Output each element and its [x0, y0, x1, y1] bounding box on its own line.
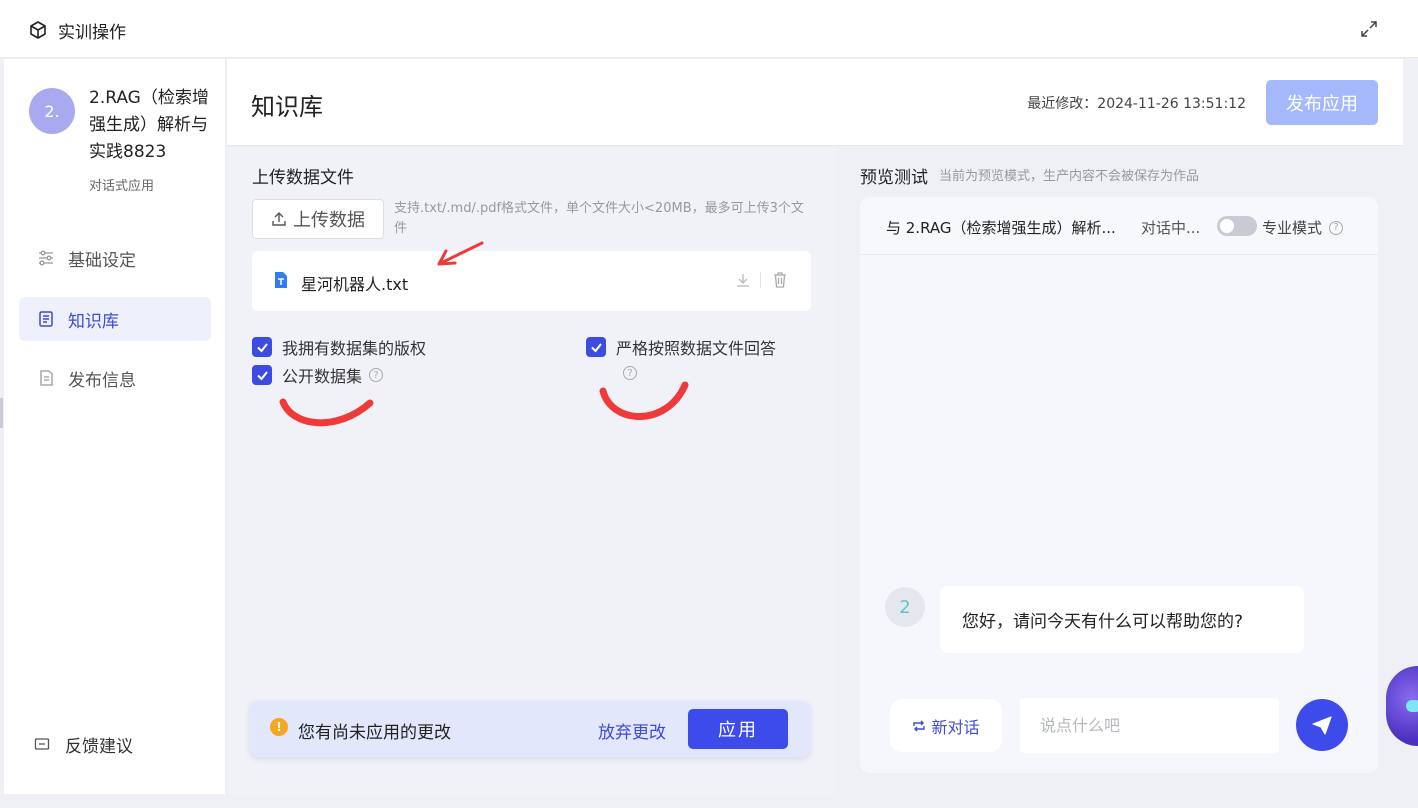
copyright-checkbox[interactable]: 我拥有数据集的版权	[252, 335, 426, 359]
bot-avatar: 2	[885, 587, 925, 627]
upload-section-title: 上传数据文件	[252, 168, 354, 188]
sidebar-item-label: 知识库	[68, 311, 119, 332]
txt-file-icon	[275, 272, 287, 288]
sidebar-item-label: 基础设定	[68, 250, 136, 271]
refresh-chat-icon	[913, 720, 926, 731]
public-dataset-checkbox[interactable]: 公开数据集 ?	[252, 363, 384, 387]
preview-panel: 预览测试 当前为预览模式，生产内容不会被保存为作品 与 2.RAG（检索增强生成…	[836, 147, 1403, 794]
divider	[760, 272, 761, 288]
sidebar-item-basic-settings[interactable]: 基础设定	[19, 236, 211, 280]
sidebar-item-publish-info[interactable]: 发布信息	[19, 356, 211, 400]
sidebar-item-label: 发布信息	[68, 370, 136, 391]
feedback-link[interactable]: 反馈建议	[34, 732, 133, 757]
help-icon[interactable]: ?	[623, 366, 637, 380]
app-avatar: 2.	[29, 88, 75, 134]
bot-eye	[1406, 700, 1418, 712]
help-icon[interactable]: ?	[369, 368, 384, 382]
upload-label: 上传数据	[293, 210, 365, 231]
upload-data-button[interactable]: 上传数据	[252, 199, 384, 239]
knowledge-panel: 上传数据文件 上传数据 支持.txt/.md/.pdf格式文件，单个文件大小<2…	[227, 147, 835, 794]
publish-doc-icon	[40, 370, 53, 386]
feedback-icon	[34, 737, 50, 750]
bot-message: 您好，请问今天有什么可以帮助您的?	[940, 586, 1304, 653]
apply-button[interactable]: 应用	[688, 709, 788, 749]
new-chat-label: 新对话	[931, 717, 980, 737]
page-title: 知识库	[251, 93, 323, 121]
unsaved-message: 您有尚未应用的更改	[298, 723, 451, 743]
pro-mode-toggle[interactable]	[1217, 216, 1257, 236]
main-header: 知识库 最近修改：2024-11-26 13:51:12 发布应用	[227, 59, 1403, 146]
checkbox-label: 公开数据集	[282, 367, 363, 386]
app-type: 对话式应用	[89, 179, 155, 194]
checkbox-checked[interactable]	[252, 365, 272, 385]
warning-icon: !	[270, 718, 288, 736]
check-icon	[256, 342, 268, 353]
chat-status: 对话中...	[1141, 219, 1201, 237]
app-name: 2.RAG（检索增强生成）解析与实践8823	[89, 88, 209, 162]
book-icon	[39, 311, 53, 327]
checkbox-label: 严格按照数据文件回答	[616, 339, 777, 358]
expand-icon[interactable]	[1360, 20, 1378, 38]
cube-icon	[30, 21, 46, 39]
upload-hint: 支持.txt/.md/.pdf格式文件，单个文件大小<20MB，最多可上传3个文…	[394, 201, 804, 236]
edge-handle	[0, 398, 3, 428]
check-icon	[256, 370, 268, 381]
last-modified: 最近修改：2024-11-26 13:51:12	[1027, 96, 1246, 112]
sliders-icon	[39, 250, 53, 266]
upload-icon	[272, 212, 286, 226]
feedback-label: 反馈建议	[65, 737, 133, 757]
preview-title: 预览测试	[860, 168, 928, 188]
pro-mode-label: 专业模式?	[1262, 217, 1344, 238]
download-icon[interactable]	[735, 272, 751, 288]
chat-header: 与 2.RAG（检索增强生成）解析... 对话中... 专业模式?	[860, 197, 1378, 255]
checkbox-checked[interactable]	[586, 337, 606, 357]
pro-mode-text: 专业模式	[1262, 219, 1323, 237]
discard-changes-button[interactable]: 放弃更改	[598, 718, 666, 743]
chat-window: 与 2.RAG（检索增强生成）解析... 对话中... 专业模式? 2 您好，请…	[860, 197, 1378, 773]
send-button[interactable]	[1296, 699, 1348, 751]
send-icon	[1312, 716, 1332, 735]
window-title: 实训操作	[58, 23, 126, 43]
checkbox-label: 我拥有数据集的版权	[282, 339, 427, 358]
new-chat-button[interactable]: 新对话	[890, 699, 1002, 752]
sidebar: 2. 2.RAG（检索增强生成）解析与实践8823 对话式应用 基础设定 知识库…	[4, 59, 226, 794]
top-bar: 实训操作	[0, 0, 1418, 58]
preview-subtitle: 当前为预览模式，生产内容不会被保存为作品	[939, 169, 1200, 184]
unsaved-changes-bar: ! 您有尚未应用的更改 放弃更改 应用	[250, 701, 810, 757]
publish-app-button[interactable]: 发布应用	[1266, 80, 1378, 125]
help-icon[interactable]: ?	[1329, 220, 1344, 235]
checkbox-checked[interactable]	[252, 337, 272, 357]
file-item: 星河机器人.txt	[252, 251, 811, 311]
trash-icon[interactable]	[771, 271, 789, 289]
check-icon	[590, 342, 602, 353]
sidebar-item-knowledge-base[interactable]: 知识库	[19, 297, 211, 341]
file-name: 星河机器人.txt	[301, 275, 409, 294]
chat-with-label: 与 2.RAG（检索增强生成）解析...	[886, 219, 1116, 237]
chat-input[interactable]	[1020, 698, 1279, 753]
strict-answer-checkbox[interactable]: 严格按照数据文件回答	[586, 335, 776, 359]
